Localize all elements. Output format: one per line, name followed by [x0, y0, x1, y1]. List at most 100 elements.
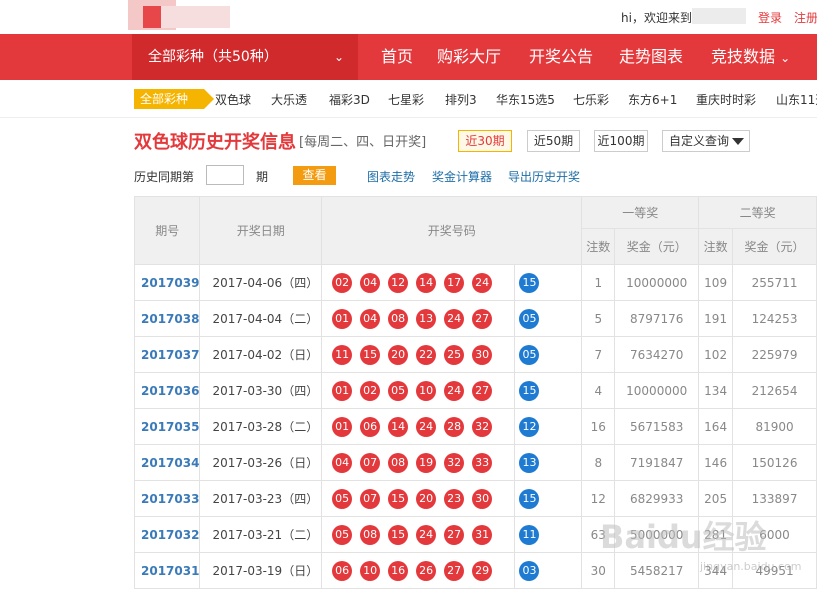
red-ball: 06 [360, 416, 381, 437]
red-ball: 24 [416, 416, 437, 437]
subnav-item[interactable]: 大乐透 [271, 91, 307, 108]
first-prize-count: 5 [581, 300, 616, 337]
first-prize-amount: 7634270 [614, 336, 700, 373]
prize-calculator-link[interactable]: 奖金计算器 [432, 168, 492, 185]
blue-ball: 05 [519, 344, 540, 365]
red-ball: 10 [360, 560, 381, 581]
subnav-item[interactable]: 七乐彩 [573, 91, 609, 108]
first-prize-count: 16 [581, 408, 616, 445]
period-50-button[interactable]: 近50期 [527, 130, 580, 152]
subnav-item[interactable]: 华东15选5 [496, 91, 555, 108]
subnav-item[interactable]: 双色球 [215, 91, 251, 108]
first-prize-count: 7 [581, 336, 616, 373]
nav-item-trend-charts[interactable]: 走势图表 [619, 34, 683, 80]
first-prize-count: 4 [581, 372, 616, 409]
draw-date: 2017-03-28（二） [199, 408, 323, 445]
register-link[interactable]: 注册 [794, 9, 817, 26]
draw-date: 2017-03-30（四） [199, 372, 323, 409]
blue-ball-cell: 12 [514, 408, 583, 445]
nav-item-home[interactable]: 首页 [381, 34, 413, 80]
issue-link[interactable]: 2017039 [133, 264, 201, 301]
blue-ball-cell: 05 [514, 300, 583, 337]
red-balls: 02 04 12 14 17 24 [321, 264, 515, 301]
draw-date: 2017-03-19（日） [199, 552, 323, 589]
header-second-prize: 二等奖 [698, 196, 817, 229]
red-ball: 19 [416, 452, 437, 473]
blue-ball-cell: 05 [514, 336, 583, 373]
blue-ball: 11 [519, 524, 540, 545]
first-prize-amount: 10000000 [614, 372, 700, 409]
second-prize-count: 102 [698, 336, 734, 373]
blue-ball-cell: 03 [514, 552, 583, 589]
red-ball: 15 [388, 488, 409, 509]
lottery-type-dropdown[interactable]: 全部彩种（共50种） ⌄ [132, 34, 358, 80]
view-button[interactable]: 查看 [293, 166, 336, 185]
nav-item-draw-notice[interactable]: 开奖公告 [529, 34, 593, 80]
first-prize-amount: 10000000 [614, 264, 700, 301]
subnav-item[interactable]: 东方6+1 [628, 91, 677, 108]
subnav-item[interactable]: 七星彩 [388, 91, 424, 108]
subnav-item[interactable]: 山东11选5 [776, 91, 817, 108]
export-history-link[interactable]: 导出历史开奖 [508, 168, 580, 185]
second-prize-count: 164 [698, 408, 734, 445]
red-ball: 23 [444, 488, 465, 509]
blue-ball-cell: 15 [514, 264, 583, 301]
first-prize-amount: 8797176 [614, 300, 700, 337]
red-balls: 11 15 20 22 25 30 [321, 336, 515, 373]
second-prize-amount: 124253 [732, 300, 817, 337]
blue-ball-cell: 15 [514, 480, 583, 517]
issue-link[interactable]: 2017036 [133, 372, 201, 409]
table-row: 2017039 2017-04-06（四） 02 04 12 14 17 24 15 1 10000… [133, 264, 817, 301]
top-bar: hi，欢迎来到 登录 注册 [0, 0, 817, 34]
red-ball: 25 [444, 344, 465, 365]
red-ball: 15 [360, 344, 381, 365]
first-prize-amount: 7191847 [614, 444, 700, 481]
header-issue: 期号 [133, 196, 201, 265]
red-balls: 06 10 16 26 27 29 [321, 552, 515, 589]
second-prize-count: 191 [698, 300, 734, 337]
issue-link[interactable]: 2017035 [133, 408, 201, 445]
issue-link[interactable]: 2017038 [133, 300, 201, 337]
first-prize-count: 1 [581, 264, 616, 301]
red-ball: 33 [472, 452, 493, 473]
blue-ball-cell: 13 [514, 444, 583, 481]
issue-link[interactable]: 2017031 [133, 552, 201, 589]
chevron-down-icon: ⌄ [780, 51, 791, 65]
subnav-item[interactable]: 排列3 [445, 91, 477, 108]
second-prize-count: 109 [698, 264, 734, 301]
nav-item-sports-data[interactable]: 竞技数据 ⌄ [711, 34, 790, 80]
header-count: 注数 [581, 228, 616, 265]
red-ball: 04 [360, 272, 381, 293]
nav-item-sports-data-label: 竞技数据 [711, 47, 776, 66]
issue-link[interactable]: 2017032 [133, 516, 201, 553]
red-ball: 24 [444, 308, 465, 329]
red-ball: 05 [332, 524, 353, 545]
draw-date: 2017-03-23（四） [199, 480, 323, 517]
issue-link[interactable]: 2017037 [133, 336, 201, 373]
red-ball: 05 [332, 488, 353, 509]
period-100-button[interactable]: 近100期 [594, 130, 648, 152]
issue-link[interactable]: 2017034 [133, 444, 201, 481]
red-ball: 01 [332, 416, 353, 437]
red-balls: 01 04 08 13 24 27 [321, 300, 515, 337]
red-ball: 07 [360, 452, 381, 473]
custom-query-select[interactable]: 自定义查询 [662, 130, 750, 152]
red-ball: 30 [472, 344, 493, 365]
trend-chart-link[interactable]: 图表走势 [367, 168, 415, 185]
nav-item-lottery-hall[interactable]: 购彩大厅 [437, 34, 501, 80]
first-prize-count: 8 [581, 444, 616, 481]
issue-link[interactable]: 2017033 [133, 480, 201, 517]
login-link[interactable]: 登录 [758, 9, 782, 26]
red-ball: 11 [332, 344, 353, 365]
subnav-item[interactable]: 重庆时时彩 [696, 91, 756, 108]
period-30-button[interactable]: 近30期 [458, 130, 512, 152]
red-ball: 06 [332, 560, 353, 581]
red-ball: 22 [416, 344, 437, 365]
logo-mark[interactable] [143, 6, 161, 28]
header-amount: 奖金（元） [614, 228, 700, 265]
history-period-input[interactable] [206, 165, 244, 185]
blue-ball: 15 [519, 272, 540, 293]
red-ball: 08 [388, 452, 409, 473]
custom-query-label: 自定义查询 [669, 134, 730, 148]
subnav-item[interactable]: 福彩3D [329, 91, 370, 108]
